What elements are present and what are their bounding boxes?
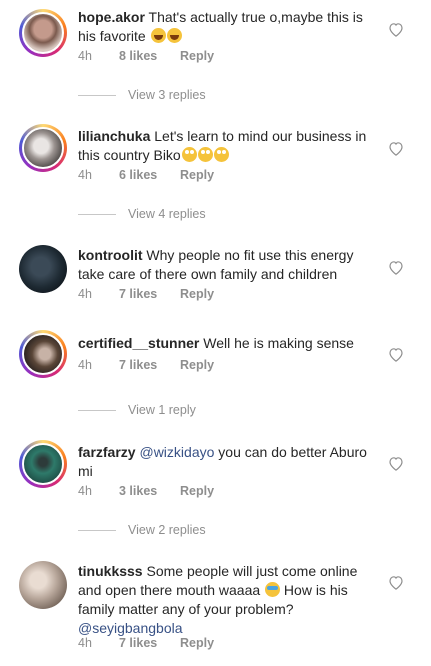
comment-username[interactable]: certified__stunner <box>78 335 199 351</box>
comment-meta: 4h 7 likes Reply <box>78 358 214 372</box>
view-replies-label[interactable]: View 2 replies <box>128 523 206 537</box>
reply-button[interactable]: Reply <box>180 484 214 498</box>
reply-button[interactable]: Reply <box>180 49 214 63</box>
comment-time: 4h <box>78 168 92 182</box>
comment-text: certified__stunner Well he is making sen… <box>78 334 380 353</box>
laughing-emoji-icon <box>150 28 166 43</box>
mention-link[interactable]: @seyigbangbola <box>78 620 183 636</box>
heart-icon[interactable] <box>388 456 404 471</box>
divider-line <box>78 213 116 215</box>
comment-meta: 4h 7 likes Reply <box>78 636 214 650</box>
eye-roll-emoji-icon <box>213 147 229 162</box>
reply-button[interactable]: Reply <box>180 636 214 650</box>
heart-icon[interactable] <box>388 347 404 362</box>
comment-body: Well he is making sense <box>199 335 354 351</box>
mention-link[interactable]: @wizkidayo <box>139 444 214 460</box>
avatar[interactable] <box>19 9 67 57</box>
comment-likes[interactable]: 3 likes <box>119 484 180 498</box>
divider-line <box>78 409 116 411</box>
comment-username[interactable]: lilianchuka <box>78 128 150 144</box>
comment-text: lilianchuka Let's learn to mind our busi… <box>78 127 380 165</box>
view-replies[interactable]: View 2 replies <box>78 523 206 537</box>
heart-icon[interactable] <box>388 575 404 590</box>
comment-meta: 4h 8 likes Reply <box>78 49 214 63</box>
reply-button[interactable]: Reply <box>180 358 214 372</box>
avatar[interactable] <box>19 440 67 488</box>
reply-button[interactable]: Reply <box>180 287 214 301</box>
reply-button[interactable]: Reply <box>180 168 214 182</box>
comment-time: 4h <box>78 49 92 63</box>
comment-time: 4h <box>78 287 92 301</box>
view-replies[interactable]: View 1 reply <box>78 403 196 417</box>
view-replies[interactable]: View 4 replies <box>78 207 206 221</box>
comment-text: farzfarzy @wizkidayo you can do better A… <box>78 443 380 481</box>
view-replies-label[interactable]: View 3 replies <box>128 88 206 102</box>
comment-meta: 4h 3 likes Reply <box>78 484 214 498</box>
divider-line <box>78 529 116 531</box>
comment-meta: 4h 7 likes Reply <box>78 287 214 301</box>
view-replies[interactable]: View 3 replies <box>78 88 206 102</box>
view-replies-label[interactable]: View 4 replies <box>128 207 206 221</box>
eye-roll-emoji-icon <box>181 147 197 162</box>
divider-line <box>78 94 116 96</box>
heart-icon[interactable] <box>388 141 404 156</box>
comment-likes[interactable]: 7 likes <box>119 636 180 650</box>
comment-username[interactable]: farzfarzy <box>78 444 136 460</box>
comment-likes[interactable]: 8 likes <box>119 49 180 63</box>
avatar[interactable] <box>19 245 67 293</box>
laughing-emoji-icon <box>166 28 182 43</box>
comment-username[interactable]: hope.akor <box>78 9 145 25</box>
avatar[interactable] <box>19 124 67 172</box>
comment-likes[interactable]: 7 likes <box>119 287 180 301</box>
heart-icon[interactable] <box>388 260 404 275</box>
view-replies-label[interactable]: View 1 reply <box>128 403 196 417</box>
avatar[interactable] <box>19 561 67 609</box>
comment-text: tinukksss Some people will just come onl… <box>78 562 380 638</box>
avatar[interactable] <box>19 330 67 378</box>
comment-text: kontroolit Why people no fit use this en… <box>78 246 380 284</box>
comment-time: 4h <box>78 636 92 650</box>
comment-time: 4h <box>78 484 92 498</box>
comment-username[interactable]: kontroolit <box>78 247 143 263</box>
comment-meta: 4h 6 likes Reply <box>78 168 214 182</box>
comment-time: 4h <box>78 358 92 372</box>
comment-likes[interactable]: 6 likes <box>119 168 180 182</box>
eye-roll-emoji-icon <box>197 147 213 162</box>
heart-icon[interactable] <box>388 22 404 37</box>
comment-likes[interactable]: 7 likes <box>119 358 180 372</box>
crying-emoji-icon <box>265 582 281 597</box>
comment-text: hope.akor That's actually true o,maybe t… <box>78 8 380 46</box>
comment-username[interactable]: tinukksss <box>78 563 143 579</box>
